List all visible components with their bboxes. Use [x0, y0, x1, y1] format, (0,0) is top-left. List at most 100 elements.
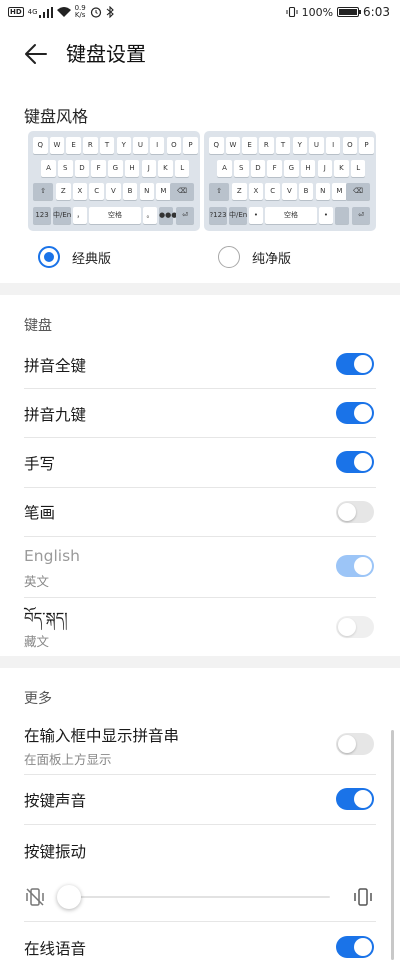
space-key: 空格 [89, 207, 141, 224]
setting-sublabel: 英文 [24, 574, 50, 589]
toggle-stroke[interactable] [336, 501, 374, 523]
numbers-key: ?123 [209, 207, 227, 224]
key-d: D [250, 160, 266, 177]
key-n: N [315, 183, 330, 200]
wifi-icon [56, 6, 71, 17]
keyboard-section-title: 键盘 [24, 318, 52, 334]
backspace-key: ⌫ [346, 183, 370, 200]
setting-row-handwriting[interactable]: 手写 [0, 438, 400, 487]
alarm-icon [90, 7, 101, 18]
key-b: B [122, 183, 138, 200]
setting-row-tibetan[interactable]: བོད་སྐད། 藏文 [0, 598, 400, 654]
key-h: H [124, 160, 140, 177]
key-m: M [332, 183, 347, 200]
key-w: W [225, 137, 241, 154]
key-i: I [149, 137, 165, 154]
key-j: J [317, 160, 332, 177]
radio-pure[interactable] [218, 246, 240, 268]
key-c: C [89, 183, 104, 200]
setting-row-english[interactable]: English 英文 [0, 537, 400, 597]
key-i: I [325, 137, 341, 154]
setting-row-pinyin-full[interactable]: 拼音全键 [0, 340, 400, 388]
key-v: V [106, 183, 121, 200]
setting-label: 按键声音 [24, 792, 87, 810]
section-separator [0, 283, 400, 295]
setting-label: English [24, 547, 80, 565]
key-p: P [183, 137, 198, 154]
radio-classic[interactable] [38, 246, 60, 268]
key-s: S [234, 160, 249, 177]
symbols-key [335, 207, 349, 224]
status-bar: HD 4G 0.9 K/s 100% 6:03 [0, 0, 400, 26]
bluetooth-icon [106, 6, 114, 18]
battery-percent: 100% [301, 5, 334, 19]
enter-key: ⏎ [176, 207, 194, 224]
key-z: Z [232, 183, 247, 200]
key-x: X [248, 183, 264, 200]
key-w: W [49, 137, 65, 154]
battery-icon [337, 7, 362, 17]
key-y: Y [116, 137, 131, 154]
setting-sublabel: 在面板上方显示 [24, 752, 112, 767]
hd-badge: HD [8, 7, 24, 17]
key-l: L [174, 160, 190, 177]
toggle-pinyin-nine[interactable] [336, 402, 374, 424]
setting-row-online-voice[interactable]: 在线语音 [0, 922, 400, 972]
keyboard-preview-pure[interactable]: Q W E R T Y U I O P A S D F G H J K L ⇧ Z X C V B N M ⌫ ?123 中/En • 空格 •… [204, 131, 376, 231]
setting-label: 在输入框中显示拼音串 [24, 727, 180, 745]
key-q: Q [209, 137, 224, 154]
key-p: P [359, 137, 374, 154]
toggle-handwriting[interactable] [336, 451, 374, 473]
backspace-key: ⌫ [170, 183, 194, 200]
key-y: Y [292, 137, 307, 154]
period-key: • [319, 207, 333, 224]
radio-label-classic: 经典版 [72, 252, 112, 267]
key-m: M [156, 183, 171, 200]
numbers-key: 123 [33, 207, 51, 224]
clock: 6:03 [363, 5, 390, 19]
setting-row-show-pinyin[interactable]: 在输入框中显示拼音串 在面板上方显示 [0, 714, 400, 774]
key-g: G [284, 160, 299, 177]
language-key: 中/En [229, 207, 247, 224]
key-r: R [259, 137, 274, 154]
setting-sublabel: 藏文 [24, 634, 50, 649]
enter-key: ⏎ [352, 207, 370, 224]
back-arrow-icon[interactable] [22, 40, 50, 68]
key-k: K [158, 160, 173, 177]
vibration-off-icon [26, 888, 44, 906]
toggle-show-pinyin[interactable] [336, 733, 374, 755]
toggle-online-voice[interactable] [336, 936, 374, 958]
key-e: E [66, 137, 81, 154]
space-key: 空格 [265, 207, 317, 224]
setting-row-pinyin-nine[interactable]: 拼音九键 [0, 389, 400, 437]
toggle-tibetan[interactable] [336, 616, 374, 638]
setting-label: 笔画 [24, 504, 56, 522]
shift-key: ⇧ [209, 183, 229, 200]
key-t: T [99, 137, 115, 154]
keyboard-preview-classic[interactable]: Q W E R T Y U I O P A S D F G H J K L ⇧ Z X C V B N M ⌫ 123 中/En，空格。 ●… [28, 131, 200, 231]
key-c: C [265, 183, 280, 200]
vibration-slider-thumb[interactable] [57, 885, 81, 909]
key-b: B [298, 183, 314, 200]
page-title: 键盘设置 [66, 42, 146, 66]
key-j: J [141, 160, 156, 177]
setting-label: 按键振动 [24, 843, 87, 861]
scrollbar[interactable] [391, 730, 394, 960]
comma-key: ， [73, 207, 87, 224]
toggle-pinyin-full[interactable] [336, 353, 374, 375]
key-s: S [58, 160, 73, 177]
key-g: G [108, 160, 123, 177]
key-f: F [267, 160, 282, 177]
vibration-slider-track[interactable] [62, 896, 330, 898]
setting-label: 在线语音 [24, 940, 87, 958]
toggle-english[interactable] [336, 555, 374, 577]
key-z: Z [56, 183, 71, 200]
setting-label: 手写 [24, 455, 56, 473]
setting-row-key-sound[interactable]: 按键声音 [0, 775, 400, 824]
setting-row-stroke[interactable]: 笔画 [0, 488, 400, 536]
key-a: A [41, 160, 56, 177]
vibration-on-icon [354, 888, 372, 906]
key-u: U [133, 137, 148, 154]
setting-label: 拼音全键 [24, 357, 87, 375]
toggle-key-sound[interactable] [336, 788, 374, 810]
